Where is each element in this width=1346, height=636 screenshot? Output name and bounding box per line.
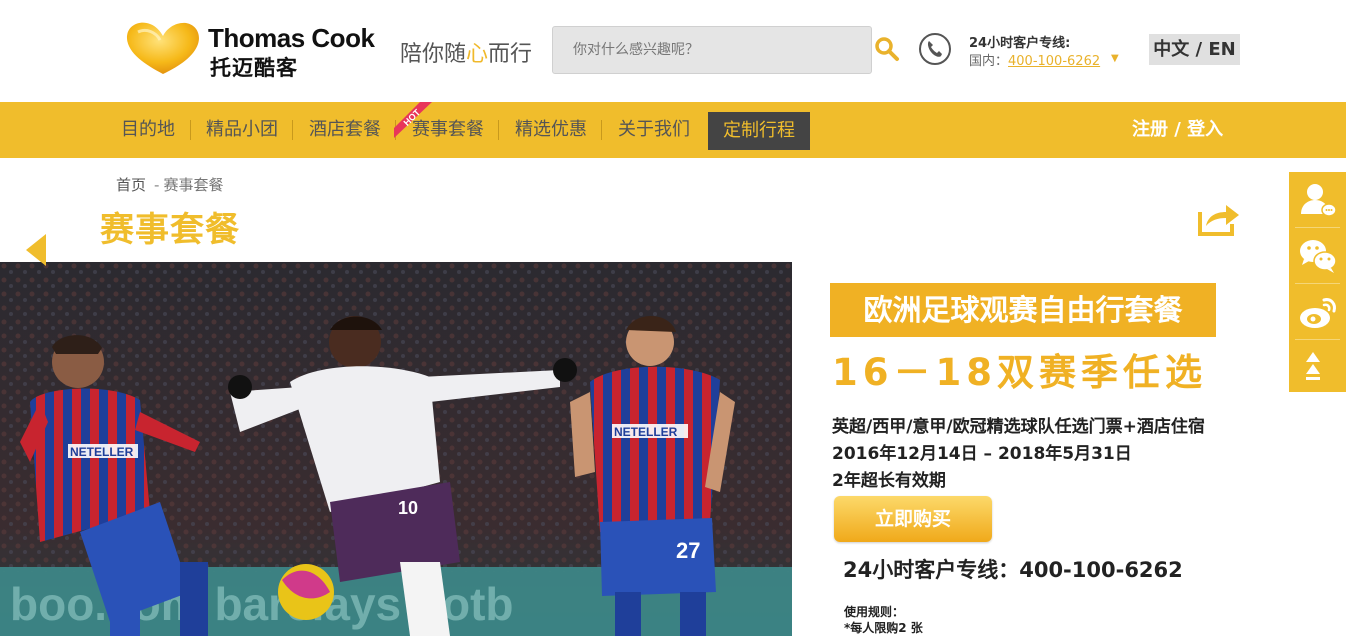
search-icon[interactable]: [874, 36, 900, 62]
nav-divider: [601, 120, 602, 140]
nav-item-custom-trip[interactable]: 定制行程: [708, 112, 810, 150]
promo-headline: 欧洲足球观赛自由行套餐: [830, 283, 1216, 337]
hotline-line: 国内：400-100-6262: [969, 50, 1100, 69]
customer-service-icon: [1301, 184, 1337, 217]
jersey-number-1: 10: [398, 498, 418, 518]
slogan-post: 而行: [488, 42, 533, 67]
nav-item-hotel-packages[interactable]: 酒店套餐: [309, 102, 381, 158]
weibo-icon: [1300, 298, 1336, 328]
nav-divider: [498, 120, 499, 140]
hero-banner: boo.com barclays ootb NETELLER 10 NETELL…: [0, 262, 1346, 636]
wechat-icon: [1300, 240, 1337, 273]
back-to-top-button[interactable]: [1289, 340, 1346, 395]
rules-item: *每人限购2 张: [844, 621, 923, 635]
logo-text-cn: 托迈酷客: [210, 56, 298, 80]
back-to-top-icon: [1306, 352, 1320, 380]
nav-item-small-groups[interactable]: 精品小团: [206, 102, 278, 158]
promo-subheadline: 16－18双赛季任选: [832, 351, 1207, 394]
customer-service-button[interactable]: [1289, 172, 1346, 227]
football-players-image: boo.com barclays ootb NETELLER 10 NETELL…: [0, 262, 792, 636]
breadcrumb: 首页 - 赛事套餐: [116, 174, 223, 195]
breadcrumb-home[interactable]: 首页: [116, 176, 146, 194]
site-header: Thomas Cook 托迈酷客 陪你随心而行 24小时客户专线: 国内：400…: [0, 0, 1346, 102]
football-photo: boo.com barclays ootb NETELLER 10 NETELL…: [0, 262, 792, 636]
jersey-number-2: 27: [676, 538, 700, 563]
breadcrumb-current: 赛事套餐: [163, 176, 224, 194]
search-box: [552, 26, 872, 74]
floating-sidebar: [1289, 172, 1346, 392]
rules-title: 使用规则：: [844, 605, 905, 619]
heart-logo-icon: [126, 22, 199, 74]
hot-badge: HOT: [394, 102, 432, 138]
phone-icon: [919, 33, 951, 65]
hotline-title: 24小时客户专线:: [969, 36, 1071, 51]
login-link[interactable]: 登入: [1187, 119, 1223, 140]
nav-item-about-us[interactable]: 关于我们: [618, 102, 690, 158]
promo-date-range: 2016年12月14日 – 2018年5月31日: [832, 444, 1132, 464]
register-link[interactable]: 注册: [1132, 119, 1168, 140]
thomas-cook-logo[interactable]: Thomas Cook 托迈酷客: [124, 20, 375, 80]
nav-item-destinations[interactable]: 目的地: [121, 102, 175, 158]
promo-description: 英超/西甲/意甲/欧冠精选球队任选门票+酒店住宿: [832, 417, 1205, 437]
language-switcher[interactable]: 中文 / EN: [1149, 34, 1240, 65]
hotline-label: 国内：: [969, 54, 1009, 69]
auth-separator: /: [1174, 119, 1181, 140]
search-input[interactable]: [553, 27, 871, 73]
slogan-highlight: 心: [466, 42, 489, 67]
weibo-button[interactable]: [1289, 284, 1346, 339]
nav-item-deals[interactable]: 精选优惠: [515, 102, 587, 158]
nav-divider: [190, 120, 191, 140]
buy-now-button[interactable]: 立即购买: [834, 496, 992, 542]
auth-links: 注册 / 登入: [1132, 102, 1223, 158]
logo-text-en: Thomas Cook: [208, 23, 375, 53]
sponsor-text-2: NETELLER: [614, 425, 678, 439]
nav-divider: [292, 120, 293, 140]
promo-hotline: 24小时客户专线：400-100-6262: [843, 558, 1183, 582]
breadcrumb-separator: -: [154, 176, 160, 194]
hotline-number-link[interactable]: 400-100-6262: [1008, 54, 1100, 69]
sponsor-text-1: NETELLER: [70, 445, 134, 459]
carousel-prev-arrow-icon[interactable]: [26, 234, 46, 266]
share-icon[interactable]: [1196, 200, 1242, 238]
wechat-button[interactable]: [1289, 228, 1346, 283]
chevron-down-icon[interactable]: ▼: [1111, 53, 1119, 64]
page-title: 赛事套餐: [100, 210, 240, 250]
slogan: 陪你随心而行: [400, 36, 532, 68]
slogan-pre: 陪你随: [400, 42, 467, 67]
promo-validity: 2年超长有效期: [832, 471, 946, 491]
